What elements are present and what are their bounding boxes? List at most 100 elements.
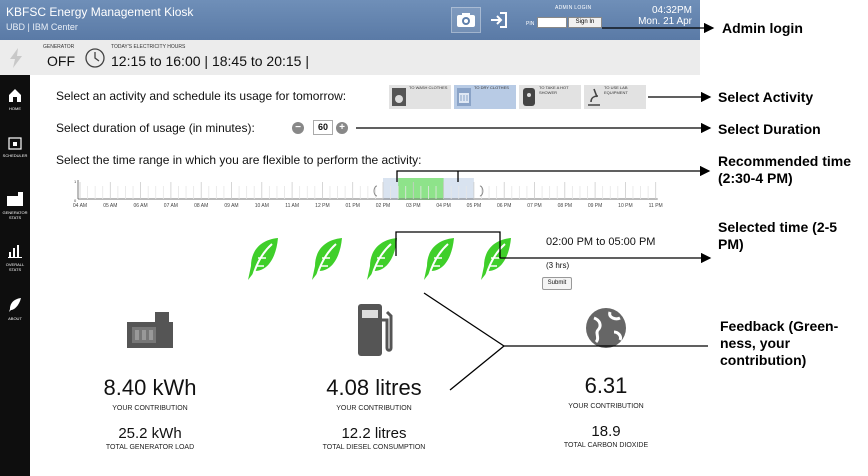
home-icon	[9, 89, 21, 102]
timeline-tick-label: 10 PM	[618, 203, 632, 208]
increment-button[interactable]: +	[336, 122, 348, 134]
admin-login-label: ADMIN LOGIN	[555, 5, 592, 11]
contribution-caption: YOUR CONTRIBUTION	[336, 405, 412, 412]
sidebar-item-label: GENERATOR STATS	[2, 210, 28, 220]
activity-dry-clothes[interactable]: TO DRY CLOTHES	[454, 85, 516, 109]
timeline-tick-label: 11 PM	[649, 203, 663, 208]
generator-value: OFF	[47, 53, 75, 69]
timeline-tick-label: 08 AM	[194, 203, 208, 208]
header-bar: KBFSC Energy Management Kiosk UBD | IBM …	[0, 0, 700, 40]
feedback-generator: 8.40 kWh YOUR CONTRIBUTION 25.2 kWh TOTA…	[70, 310, 230, 451]
timeline-tick-label: 11 AM	[285, 203, 299, 208]
washing-machine-icon	[392, 88, 406, 106]
duration-input[interactable]: 60	[313, 120, 333, 135]
activity-label: TO USE LAB EQUIPMENT	[604, 85, 628, 95]
sign-in-icon	[491, 12, 507, 28]
globe-icon	[586, 308, 626, 348]
sidebar-item-label: HOME	[9, 106, 21, 111]
activity-hot-shower[interactable]: TO TAKE A HOT SHOWER	[519, 85, 581, 109]
timeline-tick-label: 05 PM	[467, 203, 481, 208]
sidebar-item-label: ABOUT	[8, 316, 22, 321]
total-value: 18.9	[591, 423, 621, 440]
timeline-tick-label: 02 PM	[376, 203, 390, 208]
leaf-icon	[9, 298, 21, 312]
annotation-selected: Selected time (2-5 PM)	[718, 219, 838, 252]
kiosk-window: KBFSC Energy Management Kiosk UBD | IBM …	[0, 0, 700, 476]
generator-icon	[7, 192, 23, 206]
timeline-tick-label: 01 PM	[345, 203, 359, 208]
sidebar-item-scheduler[interactable]: SCHEDULER	[0, 136, 30, 158]
activity-label: TO WASH CLOTHES	[409, 85, 448, 90]
annotation-feedback: Feedback (Green-ness, your contribution)	[720, 318, 839, 368]
bolt-icon	[10, 48, 22, 68]
timeline-tick-label: 06 AM	[134, 203, 148, 208]
electricity-hours-value: 12:15 to 16:00 | 18:45 to 20:15 |	[111, 53, 309, 69]
sign-in-button[interactable]: Sign In	[568, 17, 602, 28]
timeline-tick-label: 07 PM	[527, 203, 541, 208]
activity-prompt: Select an activity and schedule its usag…	[56, 89, 347, 103]
leaf-icon	[309, 236, 345, 284]
pin-input[interactable]	[537, 17, 567, 28]
generator-icon	[127, 312, 173, 348]
activity-label: TO TAKE A HOT SHOWER	[539, 85, 569, 95]
submit-button[interactable]: Submit	[542, 277, 572, 290]
total-caption: TOTAL DIESEL CONSUMPTION	[322, 444, 426, 451]
timeline-max-label: 1	[74, 179, 77, 184]
contribution-value: 6.31	[584, 373, 628, 398]
app-title: KBFSC Energy Management Kiosk	[6, 5, 194, 19]
clock-time: 04:32PM	[651, 5, 692, 16]
total-value: 25.2 kWh	[118, 425, 182, 442]
activity-wash-clothes[interactable]: TO WASH CLOTHES	[389, 85, 451, 109]
timeline-tick-label: 03 PM	[406, 203, 420, 208]
camera-button[interactable]	[451, 7, 481, 33]
sidebar-item-generator-stats[interactable]: GENERATOR STATS	[0, 191, 30, 220]
contribution-value: 8.40 kWh	[103, 375, 197, 400]
timeline-tick-label: 09 AM	[224, 203, 238, 208]
dryer-icon	[457, 88, 471, 106]
time-range-slider[interactable]: 04 AM 05 AM 06 AM 07 AM 08 AM 09 AM 10 AM 11 AM…	[60, 178, 690, 209]
total-caption: TOTAL CARBON DIOXIDE	[563, 442, 649, 449]
annotation-admin: Admin login	[722, 20, 803, 36]
timeline-tick-label: 10 AM	[255, 203, 269, 208]
sidebar: HOME SCHEDULER GENERATOR STATS OVERALL S…	[0, 75, 30, 476]
generator-label: GENERATOR	[43, 44, 75, 50]
selected-hours-text: (3 hrs)	[546, 261, 570, 270]
fuel-pump-icon	[358, 304, 393, 356]
sidebar-item-about[interactable]: ABOUT	[0, 297, 30, 321]
clock-date: Mon. 21 Apr	[638, 16, 692, 27]
leaf-icon	[245, 236, 281, 284]
timeline-tick-label: 08 PM	[558, 203, 572, 208]
timeline-tick-label: 07 AM	[164, 203, 178, 208]
sidebar-item-label: SCHEDULER	[2, 153, 28, 158]
microscope-icon	[588, 88, 600, 106]
leaf-icon	[421, 236, 457, 284]
status-bar: GENERATOR OFF TODAY'S ELECTRICITY HOURS …	[0, 40, 700, 75]
water-heater-icon	[523, 88, 535, 106]
sidebar-item-overall-stats[interactable]: OVERALL STATS	[0, 243, 30, 272]
contribution-caption: YOUR CONTRIBUTION	[112, 405, 188, 412]
activity-lab-equipment[interactable]: TO USE LAB EQUIPMENT	[584, 85, 646, 109]
sidebar-item-home[interactable]: HOME	[0, 87, 30, 111]
annotation-activity: Select Activity	[718, 89, 814, 105]
contribution-caption: YOUR CONTRIBUTION	[568, 403, 644, 410]
timeline-tick-label: 09 PM	[588, 203, 602, 208]
annotation-duration: Select Duration	[718, 121, 821, 137]
selected-time-text: 02:00 PM to 05:00 PM	[546, 236, 656, 248]
leaf-icon	[478, 236, 514, 284]
leaf-icon	[364, 236, 400, 284]
pin-label: PIN	[526, 21, 535, 27]
timeline-tick-label: 05 AM	[103, 203, 117, 208]
app-subtitle: UBD | IBM Center	[6, 22, 78, 32]
decrement-button[interactable]: −	[292, 122, 304, 134]
total-caption: TOTAL GENERATOR LOAD	[105, 444, 195, 451]
calendar-icon	[8, 137, 22, 150]
timeline-svg: 04 AM 05 AM 06 AM 07 AM 08 AM 09 AM 10 AM 11 AM…	[73, 178, 663, 209]
contribution-value: 4.08 litres	[326, 375, 422, 400]
timeline-tick-label: 06 PM	[497, 203, 511, 208]
login-button[interactable]	[484, 7, 514, 33]
annotation-recommended: Recommended time (2:30-4 PM)	[718, 153, 852, 186]
feedback-diesel: 4.08 litres YOUR CONTRIBUTION 12.2 litre…	[294, 300, 454, 451]
feedback-carbon: 6.31 YOUR CONTRIBUTION 18.9 TOTAL CARBON…	[526, 306, 686, 449]
electricity-hours-label: TODAY'S ELECTRICITY HOURS	[111, 44, 186, 50]
duration-prompt: Select duration of usage (in minutes):	[56, 121, 255, 135]
